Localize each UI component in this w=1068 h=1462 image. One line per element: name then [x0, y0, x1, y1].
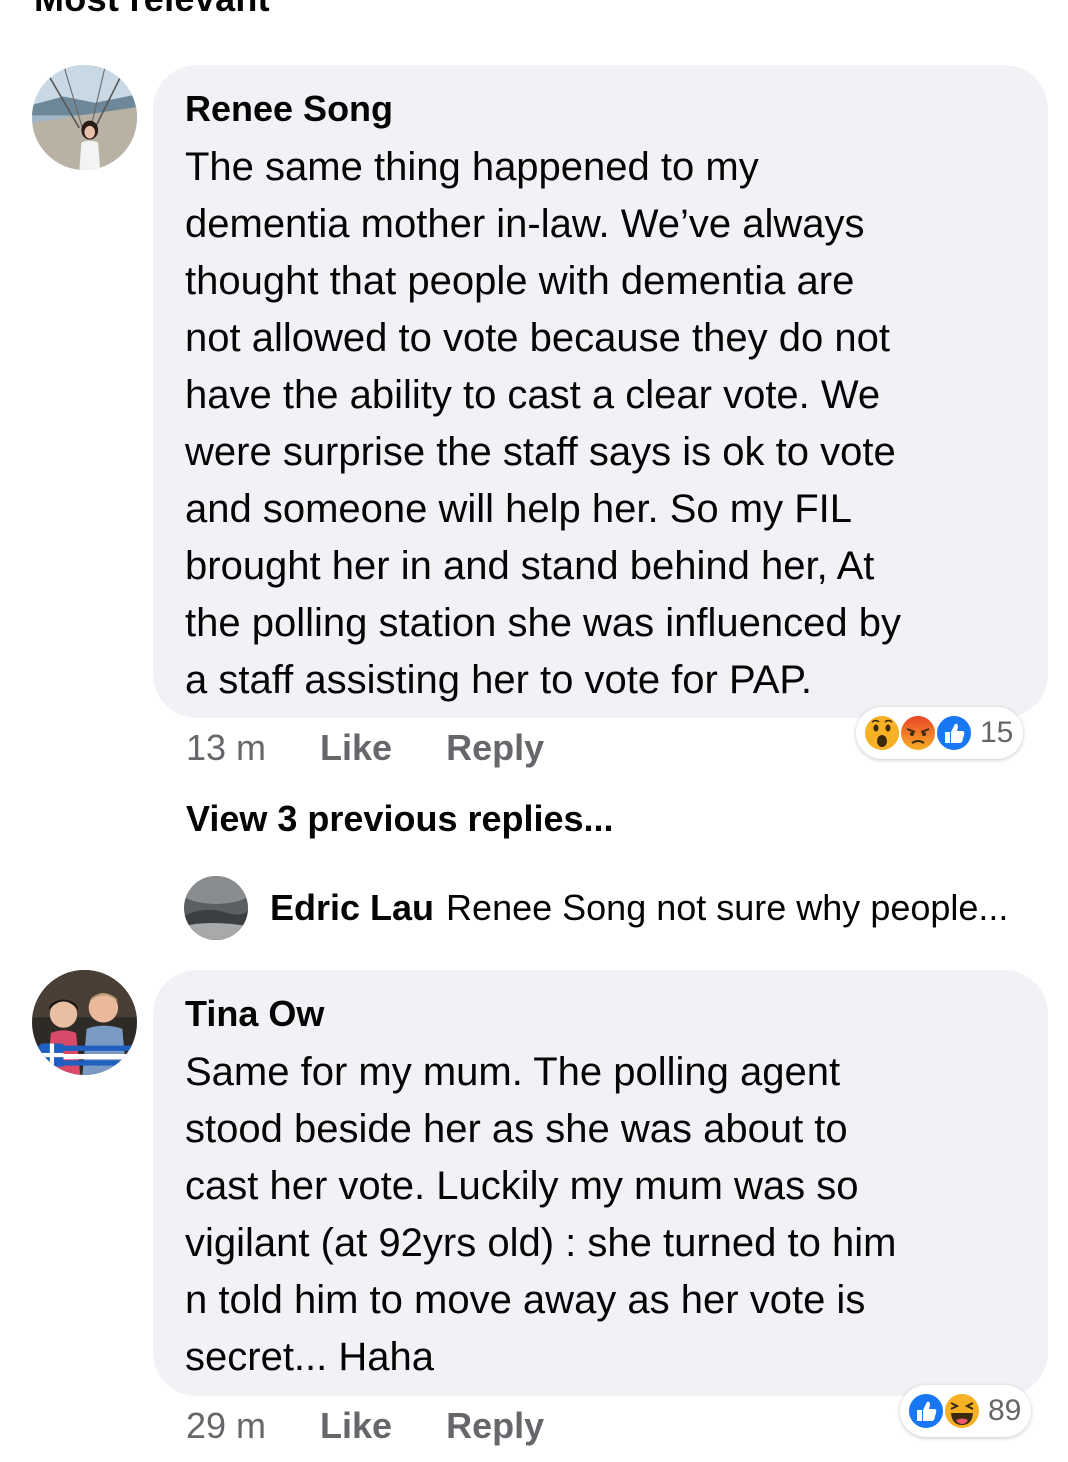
- reaction-summary[interactable]: 89: [900, 1385, 1032, 1437]
- avatar[interactable]: [32, 65, 137, 170]
- wow-icon: [863, 714, 901, 752]
- comment-author[interactable]: Tina Ow: [185, 992, 1020, 1036]
- reply-snippet: Renee Song not sure why people...: [446, 887, 1009, 928]
- comment-actions: 29 m Like Reply: [186, 1405, 544, 1447]
- comment-actions: 13 m Like Reply: [186, 727, 544, 769]
- avatar-image: [184, 876, 248, 940]
- sort-heading-partial: Most relevant: [34, 0, 270, 20]
- comment-timestamp[interactable]: 13 m: [186, 727, 266, 769]
- like-button[interactable]: Like: [320, 727, 392, 769]
- like-icon: [935, 714, 973, 752]
- reaction-count: 89: [988, 1394, 1022, 1427]
- haha-icon: [943, 1392, 981, 1430]
- avatar-image: [32, 970, 137, 1075]
- reaction-count: 15: [980, 716, 1014, 749]
- comment-text: Same for my mum. The polling agent stood…: [185, 1050, 897, 1379]
- avatar[interactable]: [32, 970, 137, 1075]
- comment-bubble: Tina Ow Same for my mum. The polling age…: [153, 970, 1048, 1396]
- like-button[interactable]: Like: [320, 1405, 392, 1447]
- reply-preview[interactable]: Edric Lau Renee Song not sure why people…: [184, 876, 1008, 940]
- avatar[interactable]: [184, 876, 248, 940]
- angry-icon: [899, 714, 937, 752]
- reply-button[interactable]: Reply: [446, 1405, 544, 1447]
- reply-author[interactable]: Edric Lau: [270, 887, 434, 929]
- comment-author[interactable]: Renee Song: [185, 87, 1020, 131]
- comment-timestamp[interactable]: 29 m: [186, 1405, 266, 1447]
- reaction-summary[interactable]: 15: [856, 707, 1024, 759]
- avatar-image: [32, 65, 137, 170]
- like-icon: [907, 1392, 945, 1430]
- comment-text: The same thing happened to my dementia m…: [185, 145, 902, 702]
- reply-button[interactable]: Reply: [446, 727, 544, 769]
- comment-bubble: Renee Song The same thing happened to my…: [153, 65, 1048, 718]
- view-previous-replies-link[interactable]: View 3 previous replies...: [186, 798, 614, 840]
